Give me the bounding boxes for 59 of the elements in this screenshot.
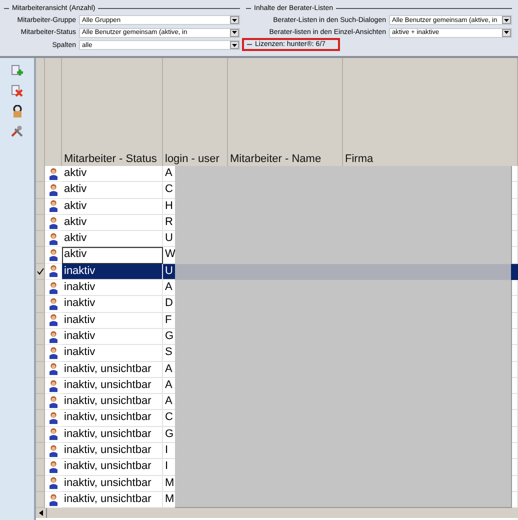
person-icon: [49, 265, 58, 278]
person-icon: [49, 363, 58, 376]
person-icon: [49, 396, 58, 408]
person-icon: [49, 444, 58, 457]
person-icon: [49, 460, 58, 473]
dropdown-button[interactable]: [502, 16, 511, 24]
caret-icon: [232, 18, 237, 22]
person-icon: [49, 380, 58, 392]
table-cell: inaktiv, unsichtbar: [62, 378, 163, 394]
person-icon: [49, 346, 58, 359]
table-cell: inaktiv: [62, 345, 163, 362]
add-user-button[interactable]: [10, 64, 24, 78]
tools-button[interactable]: [10, 124, 24, 138]
person-icon: [49, 494, 58, 506]
row-indicator[interactable]: [36, 264, 45, 280]
dropdown-button[interactable]: [230, 16, 239, 24]
person-icon: [49, 298, 58, 310]
table-cell: inaktiv: [62, 296, 163, 313]
table-cell: aktiv: [62, 182, 163, 199]
dropdown-button[interactable]: [502, 28, 511, 36]
person-icon: [49, 428, 58, 440]
caret-icon: [504, 18, 509, 22]
caret-icon: [232, 31, 237, 34]
table-cell: inaktiv, unsichtbar: [62, 492, 163, 508]
table-cell: inaktiv, unsichtbar: [62, 443, 163, 460]
left-arrow-icon: [39, 510, 43, 516]
dropdown-button[interactable]: [230, 41, 239, 49]
table-cell: aktiv: [62, 247, 163, 264]
table-cell: aktiv: [62, 231, 163, 248]
person-icon: [49, 412, 58, 424]
person-icon: [49, 330, 58, 343]
table-cell: inaktiv, unsichtbar: [62, 362, 163, 378]
table-cell: aktiv: [62, 166, 163, 182]
check-icon: [36, 268, 44, 275]
person-icon: [49, 314, 58, 326]
person-icon: [49, 282, 58, 294]
table-cell: inaktiv: [62, 328, 163, 346]
person-icon: [49, 477, 58, 490]
person-icon: [49, 216, 58, 229]
person-icon: [49, 249, 58, 262]
table-cell: aktiv: [62, 198, 163, 215]
table-cell: inaktiv: [62, 264, 163, 280]
person-icon: [49, 168, 58, 180]
table-cell: inaktiv, unsichtbar: [62, 459, 163, 476]
table-cell: inaktiv, unsichtbar: [62, 394, 163, 410]
lock-user-button[interactable]: [10, 104, 24, 118]
delete-user-button[interactable]: [10, 84, 24, 98]
caret-icon: [504, 31, 509, 34]
dropdown-button[interactable]: [230, 28, 239, 36]
person-icon: [49, 200, 58, 212]
caret-icon: [232, 44, 237, 46]
table-cell: inaktiv, unsichtbar: [62, 410, 163, 427]
table-cell: inaktiv, unsichtbar: [62, 476, 163, 492]
person-icon: [49, 184, 58, 196]
person-icon: [49, 232, 58, 245]
table-cell: aktiv: [62, 214, 163, 232]
table-cell: inaktiv: [62, 312, 163, 329]
table-cell: inaktiv, unsichtbar: [62, 426, 163, 444]
table-cell: inaktiv: [62, 280, 163, 296]
